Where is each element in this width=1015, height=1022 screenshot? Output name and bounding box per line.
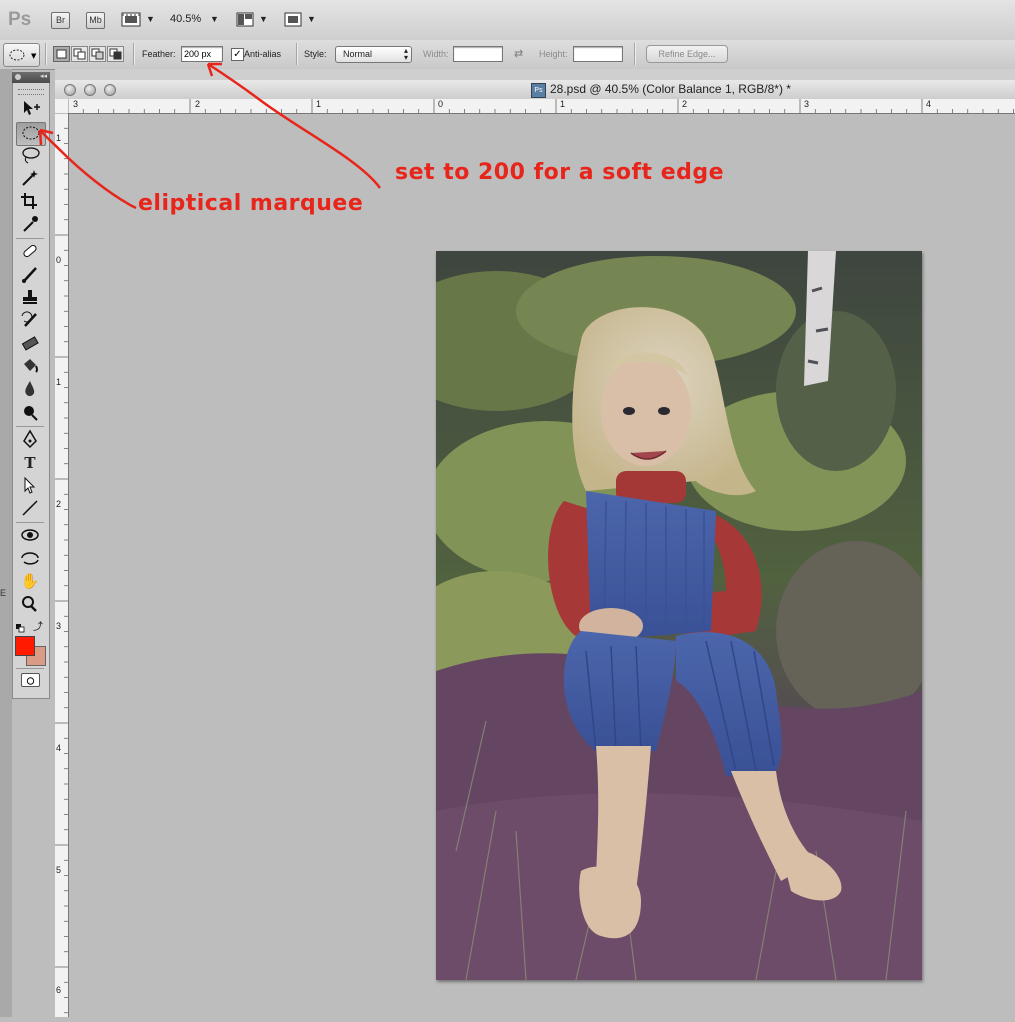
marquee-annotation: eliptical marquee: [138, 191, 364, 216]
feather-annotation: set to 200 for a soft edge: [395, 160, 725, 185]
annotation-arrows: [38, 62, 382, 210]
